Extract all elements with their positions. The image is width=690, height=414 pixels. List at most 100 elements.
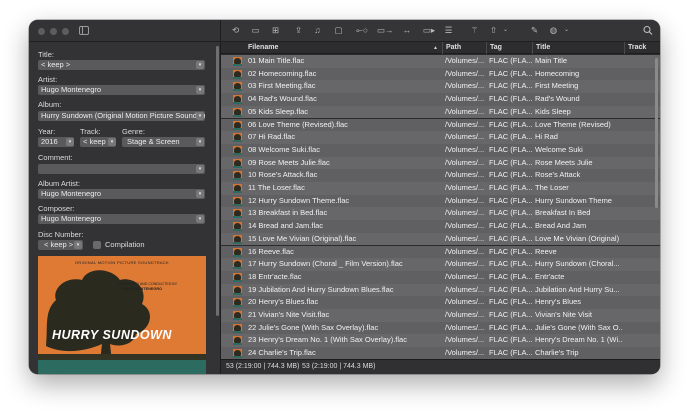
path-cell: /Volumes/... xyxy=(445,170,485,180)
title-cell: Rose's Attack xyxy=(535,170,581,180)
table-row[interactable]: 07 Hi Rad.flac/Volumes/... FLAC (FLA... Hi… xyxy=(221,131,660,144)
table-row[interactable]: 19 Jubilation And Hurry Sundown Blues.fl… xyxy=(221,283,660,297)
album-artist-field[interactable]: Hugo Montenegro xyxy=(38,189,205,199)
table-row[interactable]: 22 Julie's Gone (With Sax Overlay).flac /… xyxy=(221,321,660,335)
close-button[interactable] xyxy=(38,28,45,35)
table-row[interactable]: 08 Welcome Suki.flac/Volumes/... FLAC (FL… xyxy=(221,143,660,157)
table-row[interactable]: 16 Reeve.flac/Volumes/... FLAC (FLA... Ree… xyxy=(221,245,660,259)
filename-cell: 21 Vivian's Nite Visit.flac xyxy=(248,310,330,319)
music-note-icon[interactable]: ♫ xyxy=(312,25,323,36)
globe-icon[interactable]: ◍ xyxy=(548,25,559,36)
composer-field[interactable]: Hugo Montenegro xyxy=(38,214,205,224)
table-row[interactable]: 17 Hurry Sundown (Choral _ Film Version)… xyxy=(221,258,660,271)
tree-silhouette-illustration xyxy=(38,270,206,362)
album-art-thumbnail-icon xyxy=(233,222,242,232)
table-row[interactable]: 03 First Meeting.flac/Volumes/... FLAC (F… xyxy=(221,80,660,94)
table-row[interactable]: 06 Love Theme (Revised).flac/Volumes/...… xyxy=(221,118,660,132)
column-title[interactable]: Title xyxy=(532,42,624,54)
table-row[interactable]: 05 Kids Sleep.flac/Volumes/... FLAC (FLA.… xyxy=(221,105,660,119)
filename-cell: 10 Rose's Attack.flac xyxy=(248,170,318,180)
table-row[interactable]: 12 Hurry Sundown Theme.flac/Volumes/... F… xyxy=(221,194,660,208)
path-cell: /Volumes/... xyxy=(445,132,485,142)
album-artist-dropdown-icon[interactable]: ▾ xyxy=(196,190,204,198)
comment-dropdown-icon[interactable]: ▾ xyxy=(196,165,204,173)
tag-icon[interactable]: ⟲ xyxy=(230,25,241,36)
tag-cell: FLAC (FLA... xyxy=(489,132,532,142)
magic-wand-icon[interactable]: ⚚ xyxy=(469,25,480,36)
column-track[interactable]: Track xyxy=(624,42,660,54)
album-dropdown-icon[interactable]: ▾ xyxy=(196,112,204,120)
table-row[interactable]: 14 Bread and Jam.flac/Volumes/... FLAC (F… xyxy=(221,220,660,233)
compilation-checkbox[interactable] xyxy=(93,241,101,249)
genre-dropdown-icon[interactable]: ▾ xyxy=(196,138,204,146)
tag-cell: FLAC (FLA... xyxy=(489,335,532,345)
list-icon[interactable]: ☰ xyxy=(443,25,454,36)
cover-bottom-band xyxy=(38,360,206,374)
artist-dropdown-icon[interactable]: ▾ xyxy=(196,86,204,94)
export-icon[interactable]: ⇪ xyxy=(293,25,304,36)
table-row[interactable]: 21 Vivian's Nite Visit.flac/Volumes/... F… xyxy=(221,309,660,322)
tag-to-file-icon[interactable]: ⟜○ xyxy=(354,25,370,36)
table-row[interactable]: 15 Love Me Vivian (Original).flac/Volume… xyxy=(221,232,660,246)
tag-cell: FLAC (FLA... xyxy=(489,56,532,65)
add-folder-icon[interactable]: ⊞ xyxy=(270,25,281,36)
chevron-down-icon[interactable]: ⌄ xyxy=(500,25,511,36)
table-row[interactable]: 13 Breakfast in Bed.flac/Volumes/... FLAC… xyxy=(221,207,660,221)
comment-field[interactable] xyxy=(38,164,205,174)
column-path[interactable]: Path xyxy=(442,42,486,54)
artist-field[interactable]: Hugo Montenegro xyxy=(38,85,205,95)
genre-field[interactable]: Stage & Screen xyxy=(122,137,205,147)
composer-dropdown-icon[interactable]: ▾ xyxy=(196,215,204,223)
search-icon[interactable] xyxy=(643,25,653,36)
sidebar-toggle-icon[interactable] xyxy=(79,26,89,35)
file-list-scrollbar[interactable] xyxy=(655,58,658,208)
table-row[interactable]: 18 Entr'acte.flac/Volumes/... FLAC (FLA..… xyxy=(221,270,660,284)
minimize-button[interactable] xyxy=(50,28,57,35)
path-cell: /Volumes/... xyxy=(445,183,485,192)
album-art-thumbnail-icon xyxy=(233,196,242,206)
album-cover-artwork[interactable]: ORIGINAL MOTION PICTURE SOUNDTRACK COMPO… xyxy=(38,256,206,374)
table-row[interactable]: 09 Rose Meets Julie.flac/Volumes/... FLAC… xyxy=(221,156,660,170)
tag-cell: FLAC (FLA... xyxy=(489,183,532,192)
title-dropdown-icon[interactable]: ▾ xyxy=(196,61,204,69)
table-row[interactable]: 23 Henry's Dream No. 1 (With Sax Overlay… xyxy=(221,334,660,348)
chevron-down-icon[interactable]: ⌄ xyxy=(561,25,572,36)
convert-icon[interactable]: ▭→ xyxy=(377,25,394,36)
album-art-thumbnail-icon xyxy=(233,260,242,270)
album-art-thumbnail-icon xyxy=(233,145,242,155)
table-row[interactable]: 10 Rose's Attack.flac/Volumes/... FLAC (F… xyxy=(221,169,660,182)
album-art-thumbnail-icon xyxy=(233,247,242,257)
file-to-tag-icon[interactable]: ▢ xyxy=(333,25,344,36)
title-cell: Julie's Gone (With Sax O... xyxy=(535,322,623,332)
table-row[interactable]: 02 Homecoming.flac/Volumes/... FLAC (FLA.… xyxy=(221,67,660,81)
column-tag[interactable]: Tag xyxy=(486,42,532,54)
tag-panel-scrollbar[interactable] xyxy=(216,46,219,316)
year-dropdown-icon[interactable]: ▾ xyxy=(66,138,74,146)
table-row[interactable]: 01 Main Title.flac/Volumes/... FLAC (FLA.… xyxy=(221,55,660,68)
divider xyxy=(29,41,220,42)
title-field[interactable]: < keep > xyxy=(38,60,205,70)
album-field[interactable]: Hurry Sundown (Original Motion Picture S… xyxy=(38,111,205,121)
table-row[interactable]: 24 Charlie's Trip.flac/Volumes/... FLAC (… xyxy=(221,347,660,359)
track-dropdown-icon[interactable]: ▾ xyxy=(108,138,116,146)
disc-number-dropdown-icon[interactable]: ▾ xyxy=(74,241,82,249)
export-dropdown-icon[interactable]: ⇧ xyxy=(488,25,499,36)
rename-icon[interactable]: ↔ xyxy=(399,25,415,36)
sort-ascending-icon[interactable]: ▲ xyxy=(433,42,438,54)
edit-icon[interactable]: ✎ xyxy=(529,25,540,36)
zoom-button[interactable] xyxy=(62,28,69,35)
tag-cell: FLAC (FLA... xyxy=(489,221,532,231)
album-art-thumbnail-icon xyxy=(233,82,242,92)
path-cell: /Volumes/... xyxy=(445,157,485,167)
disc-number-label: Disc Number: xyxy=(38,230,84,239)
album-art-thumbnail-icon xyxy=(233,171,242,181)
column-filename[interactable]: Filename xyxy=(245,42,442,54)
album-art-thumbnail-icon xyxy=(233,158,242,168)
filename-cell: 11 The Loser.flac xyxy=(248,183,305,192)
folder-icon[interactable]: ▭ xyxy=(250,25,261,36)
table-row[interactable]: 04 Rad's Wound.flac/Volumes/... FLAC (FLA… xyxy=(221,93,660,106)
table-row[interactable]: 20 Henry's Blues.flac/Volumes/... FLAC (F… xyxy=(221,296,660,309)
actions-icon[interactable]: ▭▸ xyxy=(421,25,437,36)
table-row[interactable]: 11 The Loser.flac/Volumes/... FLAC (FLA..… xyxy=(221,182,660,195)
title-cell: Hi Rad xyxy=(535,132,558,142)
